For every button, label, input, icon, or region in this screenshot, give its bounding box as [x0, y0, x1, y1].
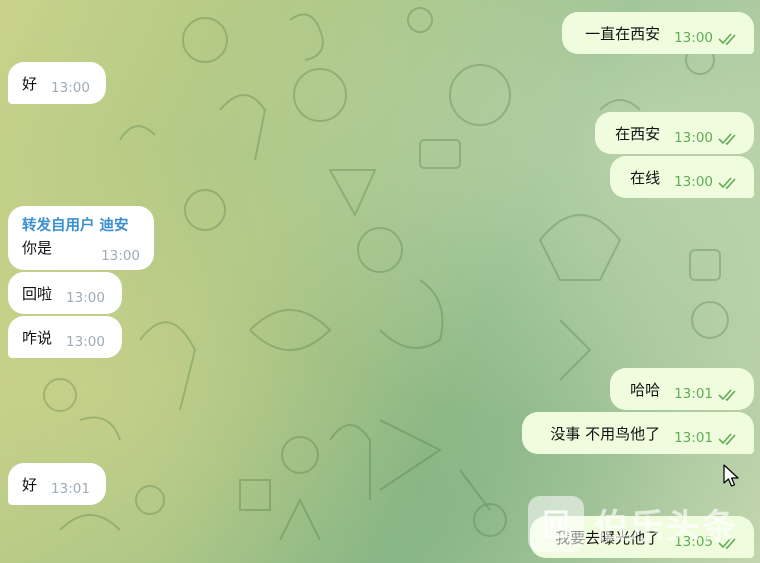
message-time: 13:00 — [101, 248, 140, 264]
double-check-icon — [718, 133, 736, 145]
message-text: 好 — [22, 74, 38, 93]
message-time: 13:00 — [51, 80, 90, 96]
message-incoming[interactable]: 咋说 13:00 — [8, 316, 122, 358]
message-time: 13:00 — [674, 130, 713, 146]
watermark-logo-icon — [528, 495, 584, 552]
double-check-icon — [718, 177, 736, 189]
message-outgoing[interactable]: 一直在西安 13:00 — [562, 12, 754, 54]
message-time: 13:00 — [66, 290, 105, 306]
message-time: 13:00 — [674, 30, 713, 46]
mouse-pointer-icon — [723, 464, 739, 487]
message-text: 在线 — [630, 168, 661, 187]
double-check-icon — [718, 33, 736, 45]
message-time: 13:00 — [66, 334, 105, 350]
message-text: 一直在西安 — [585, 24, 661, 43]
watermark-text: 伯乐头条 — [594, 507, 738, 547]
message-time: 13:01 — [674, 430, 713, 446]
watermark: 伯乐头条 — [528, 484, 760, 563]
message-text: 哈哈 — [630, 380, 661, 399]
message-incoming[interactable]: 好 13:01 — [8, 463, 106, 505]
message-outgoing[interactable]: 在西安 13:00 — [595, 112, 754, 154]
message-text: 回啦 — [22, 284, 53, 303]
message-outgoing[interactable]: 哈哈 13:01 — [610, 368, 754, 410]
double-check-icon — [718, 433, 736, 445]
message-time: 13:01 — [51, 481, 90, 497]
message-outgoing[interactable]: 没事 不用鸟他了 13:01 — [522, 412, 754, 454]
message-outgoing[interactable]: 在线 13:00 — [610, 156, 754, 198]
message-text: 咋说 — [22, 328, 53, 347]
double-check-icon — [718, 389, 736, 401]
message-incoming[interactable]: 好 13:00 — [8, 62, 106, 104]
forwarded-from-header[interactable]: 转发自用户 迪安 — [22, 214, 140, 235]
message-text: 在西安 — [615, 124, 661, 143]
message-time: 13:00 — [674, 174, 713, 190]
message-incoming[interactable]: 回啦 13:00 — [8, 272, 122, 314]
message-incoming-forwarded[interactable]: 转发自用户 迪安 你是 13:00 — [8, 206, 154, 270]
message-text: 好 — [22, 475, 38, 494]
message-text: 你是 — [22, 239, 53, 257]
message-time: 13:01 — [674, 386, 713, 402]
message-text: 没事 不用鸟他了 — [550, 424, 661, 443]
